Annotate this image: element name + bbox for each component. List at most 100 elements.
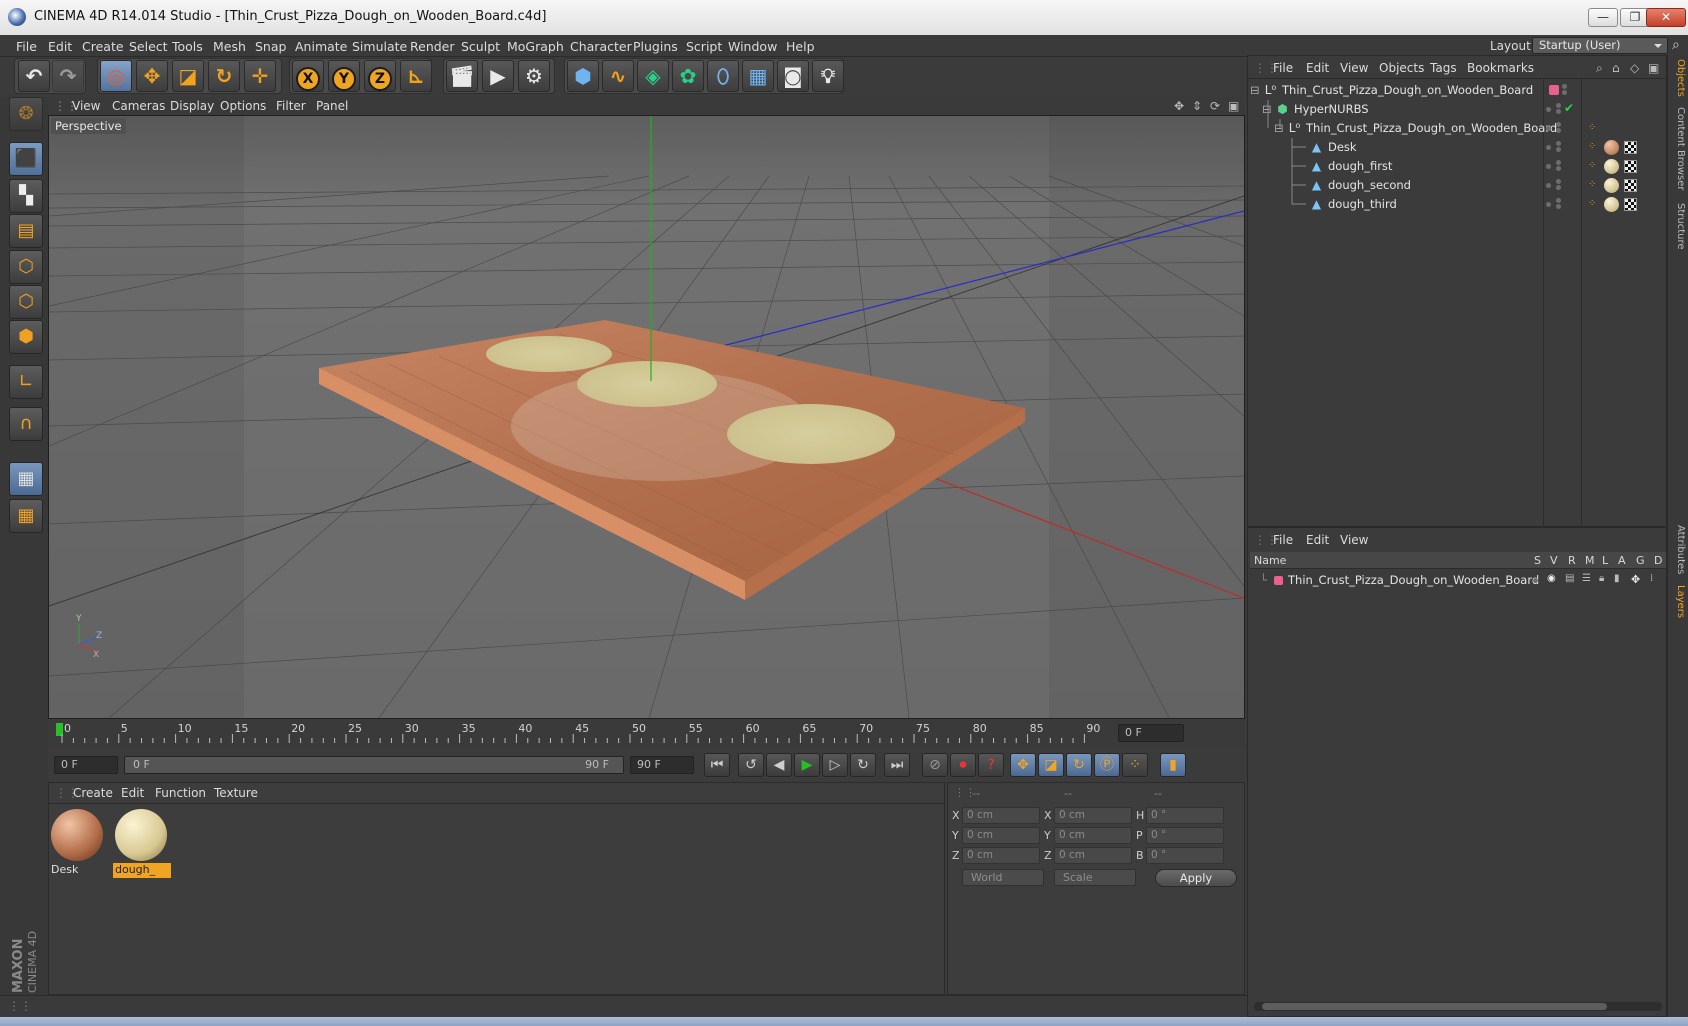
menu-mograph[interactable]: MoGraph — [507, 39, 564, 54]
menu-snap[interactable]: Snap — [255, 39, 286, 54]
key-rotation-button[interactable]: ↻ — [1066, 753, 1092, 777]
workplane-lock-button[interactable]: ▦ — [9, 462, 43, 496]
rotate-button[interactable]: ↻ — [208, 60, 240, 92]
eye-icon[interactable]: ◉ — [1547, 573, 1556, 584]
menu-simulate[interactable]: Simulate — [352, 39, 407, 54]
film-icon[interactable]: ▮ — [1614, 573, 1620, 584]
recent-tool-button[interactable]: ✛ — [244, 60, 276, 92]
goto-next-key-button[interactable]: ↻ — [850, 753, 876, 777]
render-dots[interactable] — [1556, 198, 1562, 210]
dough-second[interactable] — [577, 361, 717, 407]
collapse-icon[interactable]: ◇ — [1630, 61, 1639, 75]
material-menu-texture[interactable]: Texture — [214, 786, 258, 800]
visibility-dots[interactable] — [1546, 103, 1552, 115]
material-tag-icon[interactable] — [1604, 140, 1619, 155]
layer-color-swatch[interactable] — [1274, 576, 1283, 585]
axis-mode-button[interactable]: ∟ — [9, 365, 43, 399]
menu-animate[interactable]: Animate — [295, 39, 347, 54]
start-frame-field[interactable]: 0 F — [54, 756, 118, 774]
enabled-check-icon[interactable]: ✔ — [1564, 101, 1574, 115]
uvw-tag-icon[interactable] — [1624, 141, 1637, 154]
menu-plugins[interactable]: Plugins — [633, 39, 678, 54]
layer-col-deformers[interactable]: D — [1654, 554, 1662, 567]
search-icon[interactable]: ⌕ — [1672, 37, 1680, 53]
layer-menu-file[interactable]: File — [1273, 533, 1293, 547]
render-dots[interactable] — [1556, 141, 1562, 153]
pos-x-field[interactable]: 0 cm — [962, 807, 1040, 824]
viewport-zoom-icon[interactable]: ⇕ — [1192, 99, 1202, 113]
material-tag-icon[interactable] — [1604, 178, 1619, 193]
object-menu-objects[interactable]: Objects — [1379, 61, 1424, 75]
live-selection-button[interactable]: ◎ — [100, 60, 132, 92]
polygons-mode-button[interactable]: ⬢ — [9, 320, 43, 354]
rot-b-field[interactable]: 0 ° — [1146, 847, 1224, 864]
camera-button[interactable]: ◙ — [777, 60, 809, 92]
menu-character[interactable]: Character — [570, 39, 632, 54]
viewport-menu-panel[interactable]: Panel — [316, 99, 348, 113]
close-button[interactable]: ✕ — [1646, 8, 1686, 27]
size-z-field[interactable]: 0 cm — [1054, 847, 1132, 864]
menu-tools[interactable]: Tools — [172, 39, 203, 54]
play-button[interactable]: ▶ — [794, 753, 820, 777]
key-position-button[interactable]: ✥ — [1010, 753, 1036, 777]
phong-tag-icon[interactable]: ⁘ — [1588, 142, 1600, 153]
apply-button[interactable]: Apply — [1155, 869, 1237, 887]
current-frame-field[interactable]: 0 F — [1118, 724, 1184, 742]
dough-first[interactable] — [486, 336, 612, 372]
cube-button[interactable]: ⬢ — [567, 60, 599, 92]
uvw-tag-icon[interactable] — [1624, 179, 1637, 192]
visibility-dots[interactable] — [1562, 84, 1568, 96]
tab-attributes[interactable]: Attributes — [1671, 525, 1686, 574]
layer-col-generators[interactable]: G — [1636, 554, 1645, 567]
layout-dropdown[interactable]: Startup (User) — [1532, 37, 1668, 54]
layer-col-animation[interactable]: A — [1618, 554, 1626, 567]
viewport-menu-options[interactable]: Options — [220, 99, 266, 113]
object-menu-bookmarks[interactable]: Bookmarks — [1467, 61, 1534, 75]
visibility-dots[interactable] — [1546, 160, 1552, 172]
floor-button[interactable]: ▦ — [742, 60, 774, 92]
minimize-button[interactable]: — — [1588, 8, 1618, 27]
planar-workplane-button[interactable]: ▦ — [9, 499, 43, 533]
visibility-dots[interactable] — [1546, 198, 1552, 210]
redo-button[interactable]: ↷ — [52, 60, 84, 92]
pos-z-field[interactable]: 0 cm — [962, 847, 1040, 864]
render-dots[interactable] — [1556, 122, 1562, 134]
size-y-field[interactable]: 0 cm — [1054, 827, 1132, 844]
edges-mode-button[interactable]: ⬡ — [9, 285, 43, 319]
menu-select[interactable]: Select — [129, 39, 168, 54]
end-frame-field[interactable]: 90 F — [630, 756, 694, 774]
viewport-maximize-icon[interactable]: ▣ — [1228, 99, 1239, 113]
prev-frame-button[interactable]: ◀ — [766, 753, 792, 777]
material-desk[interactable]: Desk — [49, 807, 107, 881]
rot-p-field[interactable]: 0 ° — [1146, 827, 1224, 844]
timeline-ruler[interactable]: 0 5 10 15 20 25 30 35 40 45 50 55 60 65 70 75 80 85 90 0 F — [48, 720, 1245, 746]
home-icon[interactable]: ⌂ — [1612, 61, 1620, 75]
menu-file[interactable]: File — [16, 39, 37, 54]
model-mode-button[interactable]: ⬛ — [9, 142, 43, 176]
menu-render[interactable]: Render — [410, 39, 455, 54]
layer-menu-edit[interactable]: Edit — [1306, 533, 1329, 547]
goto-prev-key-button[interactable]: ↺ — [738, 753, 764, 777]
move-button[interactable]: ✥ — [136, 60, 168, 92]
pos-y-field[interactable]: 0 cm — [962, 827, 1040, 844]
phong-tag-icon[interactable]: ⁘ — [1588, 123, 1600, 134]
key-pla-button[interactable]: ⁘ — [1122, 753, 1148, 777]
phong-tag-icon[interactable]: ⁘ — [1588, 161, 1600, 172]
visibility-dots[interactable] — [1546, 141, 1552, 153]
phong-tag-icon[interactable]: ⁘ — [1588, 180, 1600, 191]
menu-window[interactable]: Window — [728, 39, 777, 54]
array-button[interactable]: ✿ — [672, 60, 704, 92]
viewport-menu-display[interactable]: Display — [170, 99, 214, 113]
viewport-menu-filter[interactable]: Filter — [276, 99, 306, 113]
search-icon[interactable]: ⌕ — [1596, 61, 1603, 76]
scale-button[interactable]: ◪ — [172, 60, 204, 92]
keyframe-selection-button[interactable]: ? — [978, 753, 1004, 777]
size-mode-dropdown[interactable]: Scale — [1054, 869, 1136, 886]
material-menu-function[interactable]: Function — [155, 786, 206, 800]
new-window-icon[interactable]: ▣ — [1648, 61, 1659, 75]
layer-col-render[interactable]: R — [1568, 554, 1576, 567]
render-icon[interactable]: ▤ — [1565, 573, 1574, 584]
autokeying-button[interactable]: ⏺ — [950, 753, 976, 777]
rot-h-field[interactable]: 0 ° — [1146, 807, 1224, 824]
layer-horizontal-scrollbar[interactable] — [1254, 1002, 1662, 1011]
